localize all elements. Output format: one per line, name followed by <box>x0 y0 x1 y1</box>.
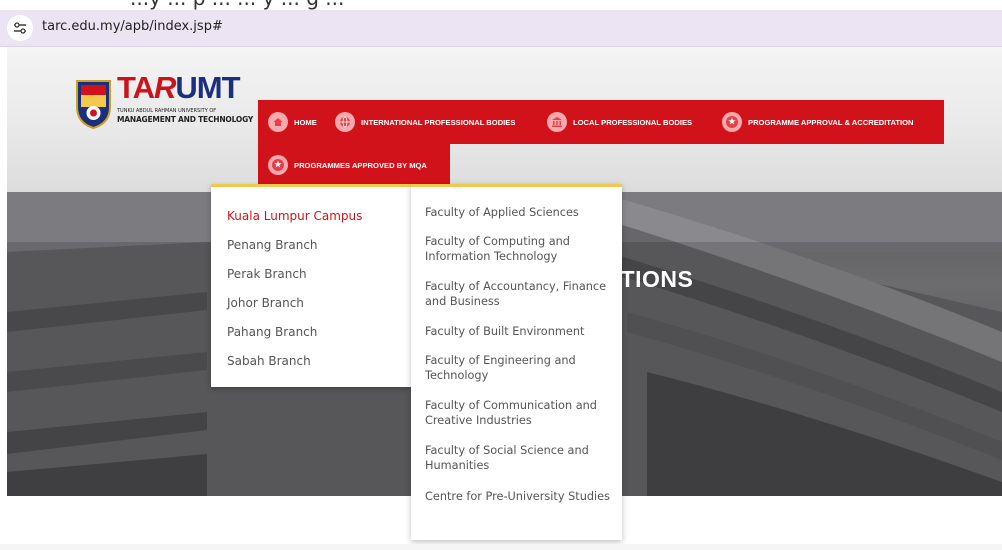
campus-item-sabah[interactable]: Sabah Branch <box>227 354 311 368</box>
page-footer-band <box>0 544 1002 550</box>
institution-icon <box>547 112 567 132</box>
faculty-item-engineering-technology[interactable]: Faculty of Engineering and Technology <box>425 353 615 383</box>
crest-icon <box>76 80 111 129</box>
home-icon <box>268 112 288 132</box>
nav-home[interactable]: HOME <box>268 111 317 133</box>
brand-wordmark: TARUMT <box>117 70 241 105</box>
nav-international-label: INTERNATIONAL PROFESSIONAL BODIES <box>361 117 516 127</box>
nav-local-label: LOCAL PROFESSIONAL BODIES <box>573 117 693 127</box>
nav-programme-approval-accreditation[interactable]: ★ PROGRAMME APPROVAL & ACCREDITATION <box>722 111 914 133</box>
campus-item-johor[interactable]: Johor Branch <box>227 296 304 310</box>
site-info-icon[interactable] <box>7 15 33 41</box>
faculty-item-applied-sciences[interactable]: Faculty of Applied Sciences <box>425 205 615 220</box>
campus-dropdown: Kuala Lumpur Campus Penang Branch Perak … <box>211 184 411 387</box>
faculty-item-built-environment[interactable]: Faculty of Built Environment <box>425 324 615 339</box>
nav-international-professional-bodies[interactable]: INTERNATIONAL PROFESSIONAL BODIES <box>335 111 515 133</box>
logo-text: TARUMT TUNKU ABDUL RAHMAN UNIVERSITY OF … <box>117 71 257 135</box>
truncated-browser-text: ...y ... p ... ... y ... g ... <box>0 0 1002 10</box>
truncated-text: ...y ... p ... ... y ... g ... <box>130 0 344 10</box>
globe-icon <box>335 112 355 132</box>
nav-programme-approval-label: PROGRAMME APPROVAL & ACCREDITATION <box>748 117 914 127</box>
faculty-item-computing-it[interactable]: Faculty of Computing and Information Tec… <box>425 234 615 264</box>
nav-local-professional-bodies[interactable]: LOCAL PROFESSIONAL BODIES <box>547 111 692 133</box>
campus-item-kuala-lumpur[interactable]: Kuala Lumpur Campus <box>227 209 362 223</box>
tarumt-logo[interactable]: TARUMT TUNKU ABDUL RAHMAN UNIVERSITY OF … <box>75 71 257 135</box>
url-text[interactable]: tarc.edu.my/apb/index.jsp# <box>42 19 223 34</box>
campus-item-pahang[interactable]: Pahang Branch <box>227 325 317 339</box>
faculty-item-accountancy-finance-business[interactable]: Faculty of Accountancy, Finance and Busi… <box>425 279 615 309</box>
faculty-item-communication-creative[interactable]: Faculty of Communication and Creative In… <box>425 398 615 428</box>
faculty-item-social-science-humanities[interactable]: Faculty of Social Science and Humanities <box>425 443 615 473</box>
nav-home-label: HOME <box>294 117 317 127</box>
nav-programmes-approved-by-mqa[interactable]: ★ PROGRAMMES APPROVED BY MQA <box>268 154 427 176</box>
address-bar[interactable]: tarc.edu.my/apb/index.jsp# <box>0 10 1002 47</box>
logo-subtitle-small: TUNKU ABDUL RAHMAN UNIVERSITY OF <box>117 108 217 114</box>
centre-item-pre-university[interactable]: Centre for Pre-University Studies <box>425 489 615 504</box>
campus-item-perak[interactable]: Perak Branch <box>227 267 307 281</box>
faculty-dropdown: Faculty of Applied Sciences Faculty of C… <box>411 184 622 540</box>
nav-mqa-label: PROGRAMMES APPROVED BY MQA <box>294 160 427 170</box>
star-icon: ★ <box>268 155 288 175</box>
star-icon: ★ <box>722 112 742 132</box>
campus-item-penang[interactable]: Penang Branch <box>227 238 318 252</box>
logo-subtitle: MANAGEMENT AND TECHNOLOGY <box>117 115 254 124</box>
